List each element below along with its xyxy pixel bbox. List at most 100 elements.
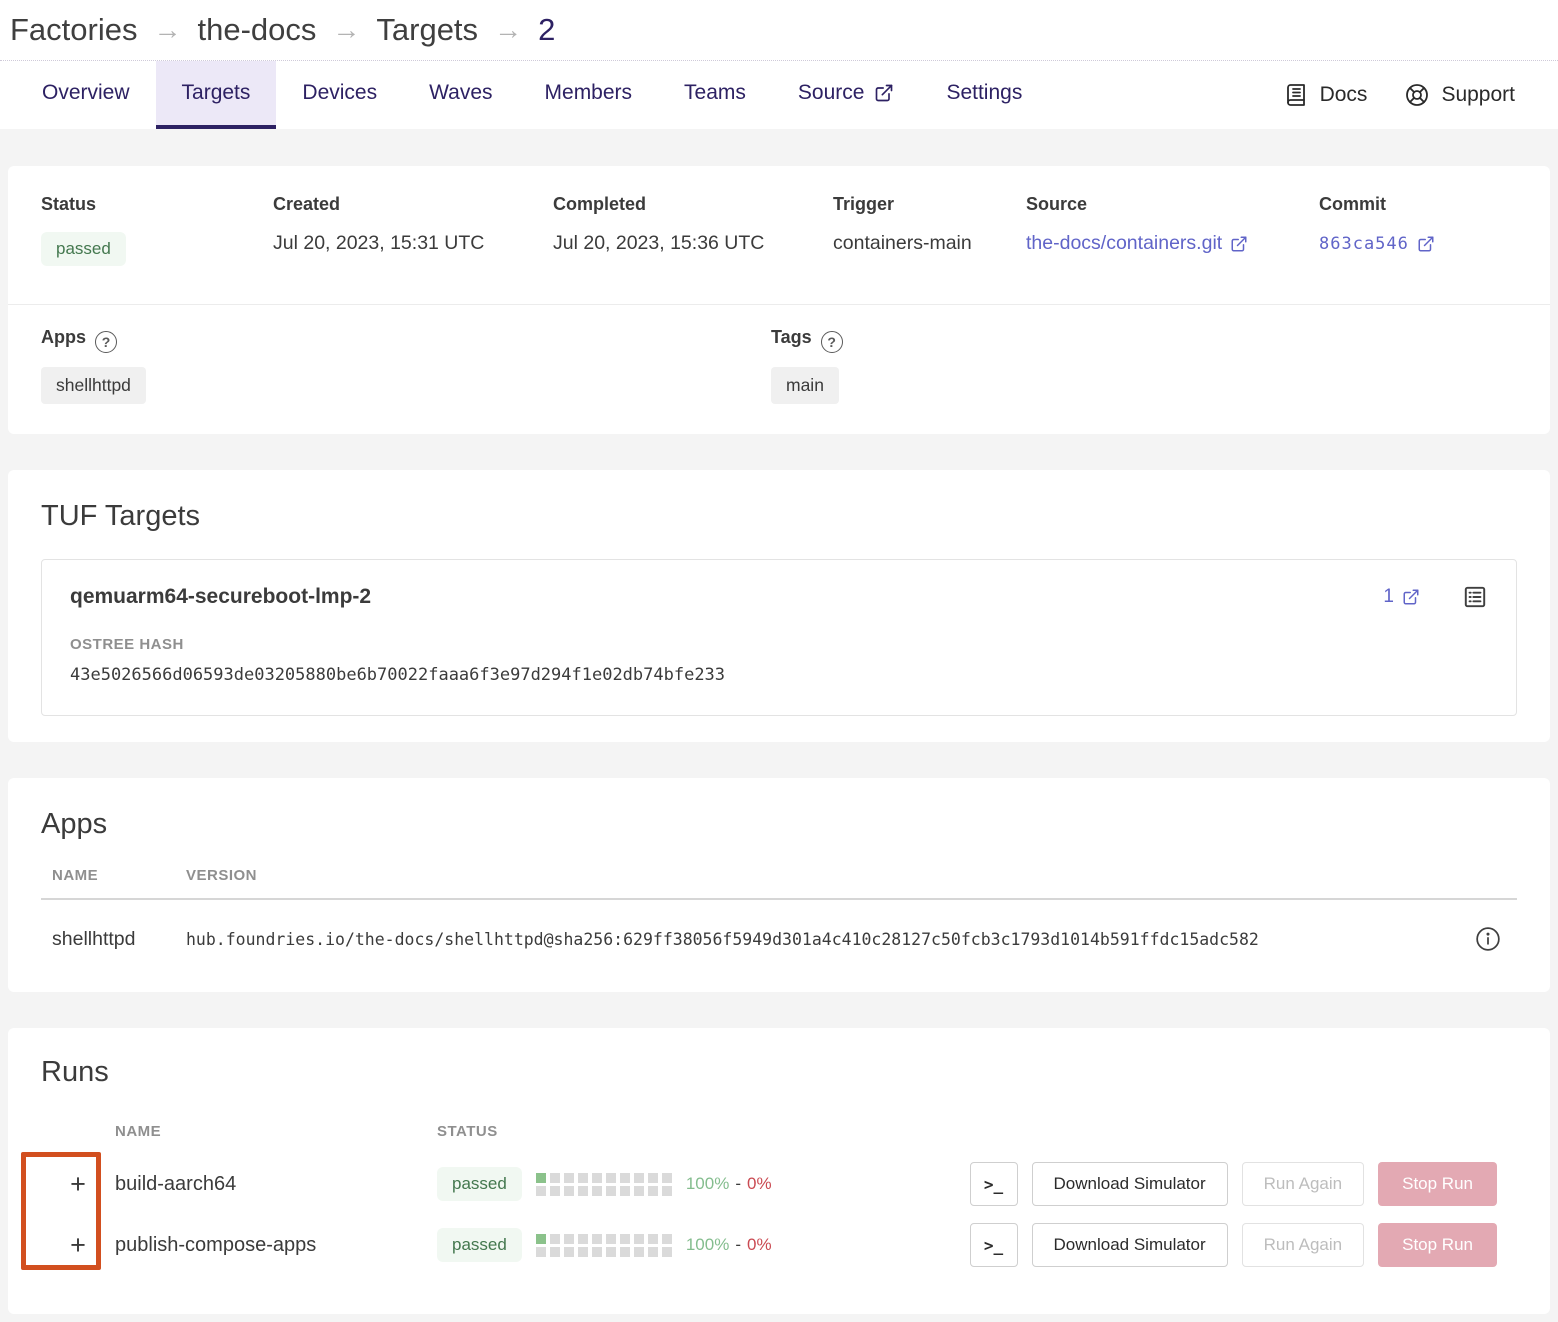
test-progress-grid	[536, 1173, 672, 1196]
page-header: Factories → the-docs → Targets → 2 Overv…	[0, 0, 1558, 129]
apps-label: Apps	[41, 327, 86, 347]
source-field: Source the-docs/containers.git	[1026, 194, 1319, 266]
created-value: Jul 20, 2023, 15:31 UTC	[273, 232, 553, 255]
runs-card: Runs NAME STATUS + build-aarch64 passed …	[8, 1028, 1550, 1314]
status-badge: passed	[437, 1167, 522, 1201]
support-link[interactable]: Support	[1405, 83, 1515, 107]
commit-label: Commit	[1319, 194, 1517, 215]
created-label: Created	[273, 194, 553, 215]
status-label: Status	[41, 194, 273, 215]
tuf-target-name: qemuarm64-secureboot-lmp-2	[70, 585, 371, 609]
breadcrumb-arrow-icon: →	[494, 14, 522, 46]
tab-waves[interactable]: Waves	[403, 61, 518, 129]
tab-source[interactable]: Source	[772, 61, 921, 129]
stop-run-button[interactable]: Stop Run	[1378, 1162, 1497, 1206]
tab-teams[interactable]: Teams	[658, 61, 772, 129]
breadcrumb-arrow-icon: →	[153, 14, 181, 46]
header-right-links: Docs Support	[1284, 61, 1558, 129]
run-row-build-aarch64: + build-aarch64 passed 100%-0% >_ Downlo…	[41, 1160, 1517, 1208]
run-status: passed 100%-0%	[437, 1167, 772, 1201]
console-log-button[interactable]: >_	[970, 1223, 1018, 1267]
tags-label: Tags	[771, 327, 812, 347]
created-field: Created Jul 20, 2023, 15:31 UTC	[273, 194, 553, 266]
commit-field: Commit 863ca546	[1319, 194, 1517, 266]
list-icon	[1462, 584, 1488, 610]
tab-members[interactable]: Members	[519, 61, 659, 129]
tuf-targets-title: TUF Targets	[41, 500, 1517, 533]
status-badge: passed	[41, 232, 126, 266]
external-link-icon	[1402, 588, 1420, 606]
target-details-button[interactable]	[1462, 584, 1488, 610]
tag-chip: main	[771, 367, 839, 404]
apps-title: Apps	[41, 808, 1517, 841]
run-again-button[interactable]: Run Again	[1242, 1162, 1364, 1206]
run-name: build-aarch64	[115, 1173, 437, 1196]
source-label: Source	[1026, 194, 1319, 215]
runs-table-header: NAME STATUS	[41, 1123, 1517, 1140]
tuf-targets-card: TUF Targets qemuarm64-secureboot-lmp-2 1…	[8, 470, 1550, 742]
help-icon[interactable]: ?	[95, 331, 117, 353]
life-ring-icon	[1405, 83, 1429, 107]
run-status: passed 100%-0%	[437, 1228, 772, 1262]
external-link-icon	[874, 83, 894, 103]
table-row: shellhttpd hub.foundries.io/the-docs/she…	[41, 900, 1517, 952]
tab-devices[interactable]: Devices	[276, 61, 403, 129]
trigger-field: Trigger containers-main	[833, 194, 1026, 266]
fail-percentage: 0%	[747, 1174, 772, 1193]
run-again-button[interactable]: Run Again	[1242, 1223, 1364, 1267]
breadcrumb-arrow-icon: →	[332, 14, 360, 46]
tuf-target-item: qemuarm64-secureboot-lmp-2 1 OSTREE HASH…	[41, 559, 1517, 716]
book-icon	[1284, 83, 1308, 107]
docs-link[interactable]: Docs	[1284, 83, 1368, 107]
run-actions: >_ Download Simulator Run Again Stop Run	[970, 1223, 1497, 1267]
pass-percentage: 100%	[686, 1174, 729, 1193]
breadcrumb-factory[interactable]: the-docs	[197, 12, 316, 48]
app-name: shellhttpd	[52, 928, 186, 951]
app-chip: shellhttpd	[41, 367, 146, 404]
breadcrumb-factories[interactable]: Factories	[10, 12, 137, 48]
breadcrumb: Factories → the-docs → Targets → 2	[0, 0, 1558, 60]
app-info-button[interactable]	[1475, 926, 1501, 952]
apps-col-version: VERSION	[186, 867, 1475, 884]
tab-bar: Overview Targets Devices Waves Members T…	[0, 60, 1558, 129]
tags-field: Tags? main	[771, 327, 1517, 404]
expand-row-button[interactable]: +	[41, 1230, 115, 1261]
tab-overview[interactable]: Overview	[16, 61, 156, 129]
test-progress-grid	[536, 1234, 672, 1257]
breadcrumb-current-target: 2	[538, 12, 555, 48]
build-summary-card: Status passed Created Jul 20, 2023, 15:3…	[8, 166, 1550, 434]
ostree-hash-value: 43e5026566d06593de03205880be6b70022faaa6…	[70, 665, 1488, 685]
run-actions: >_ Download Simulator Run Again Stop Run	[970, 1162, 1497, 1206]
tab-settings[interactable]: Settings	[920, 61, 1048, 129]
status-field: Status passed	[41, 194, 273, 266]
download-simulator-button[interactable]: Download Simulator	[1032, 1162, 1228, 1206]
completed-value: Jul 20, 2023, 15:36 UTC	[553, 232, 833, 255]
tab-targets[interactable]: Targets	[156, 61, 277, 129]
completed-field: Completed Jul 20, 2023, 15:36 UTC	[553, 194, 833, 266]
app-version: hub.foundries.io/the-docs/shellhttpd@sha…	[186, 930, 1475, 949]
apps-table-header: NAME VERSION	[41, 867, 1517, 900]
target-devices-link[interactable]: 1	[1383, 586, 1420, 608]
trigger-label: Trigger	[833, 194, 1026, 215]
run-row-publish-compose-apps: + publish-compose-apps passed 100%-0% >_…	[41, 1221, 1517, 1269]
console-log-button[interactable]: >_	[970, 1162, 1018, 1206]
source-repo-link[interactable]: the-docs/containers.git	[1026, 232, 1248, 255]
apps-field: Apps? shellhttpd	[41, 327, 771, 404]
download-simulator-button[interactable]: Download Simulator	[1032, 1223, 1228, 1267]
trigger-value: containers-main	[833, 232, 1026, 255]
expand-row-button[interactable]: +	[41, 1169, 115, 1200]
breadcrumb-targets[interactable]: Targets	[376, 12, 478, 48]
runs-title: Runs	[41, 1056, 1517, 1089]
commit-link[interactable]: 863ca546	[1319, 234, 1435, 254]
external-link-icon	[1417, 235, 1435, 253]
stop-run-button[interactable]: Stop Run	[1378, 1223, 1497, 1267]
runs-col-name: NAME	[115, 1123, 437, 1140]
pass-percentage: 100%	[686, 1235, 729, 1254]
help-icon[interactable]: ?	[821, 331, 843, 353]
ostree-hash-label: OSTREE HASH	[70, 636, 1488, 653]
external-link-icon	[1230, 235, 1248, 253]
run-name: publish-compose-apps	[115, 1234, 437, 1257]
apps-col-name: NAME	[52, 867, 186, 884]
fail-percentage: 0%	[747, 1235, 772, 1254]
info-icon	[1475, 926, 1501, 952]
